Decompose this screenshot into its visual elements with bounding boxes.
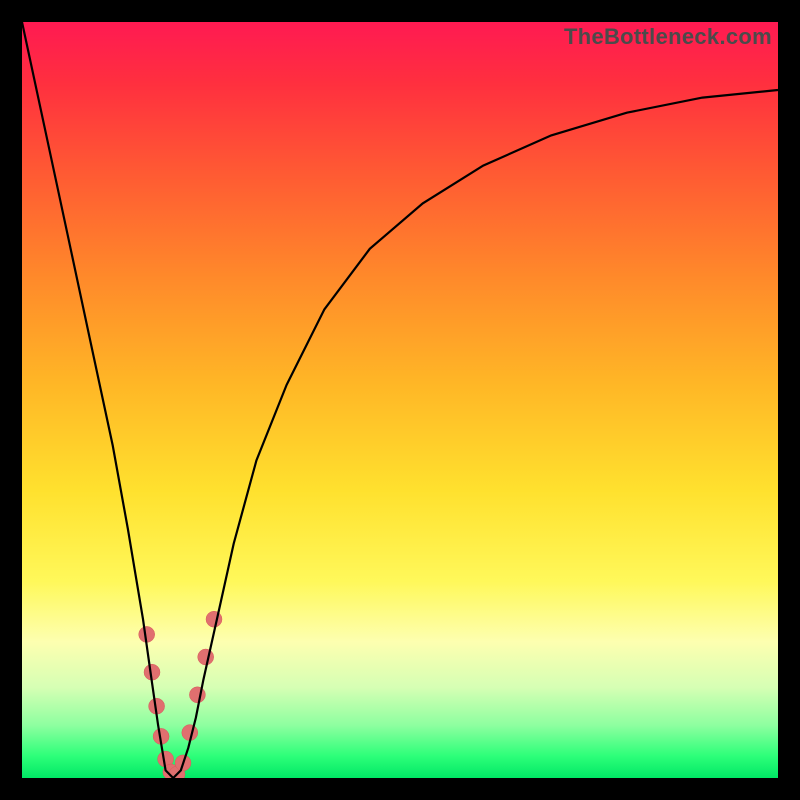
bead-cluster <box>139 611 222 778</box>
bead-dot <box>189 687 205 703</box>
bottleneck-curve <box>22 22 778 778</box>
bead-dot <box>198 649 214 665</box>
chart-frame: TheBottleneck.com <box>0 0 800 800</box>
chart-plot-area: TheBottleneck.com <box>22 22 778 778</box>
bead-dot <box>206 611 222 627</box>
curve-path <box>22 22 778 778</box>
